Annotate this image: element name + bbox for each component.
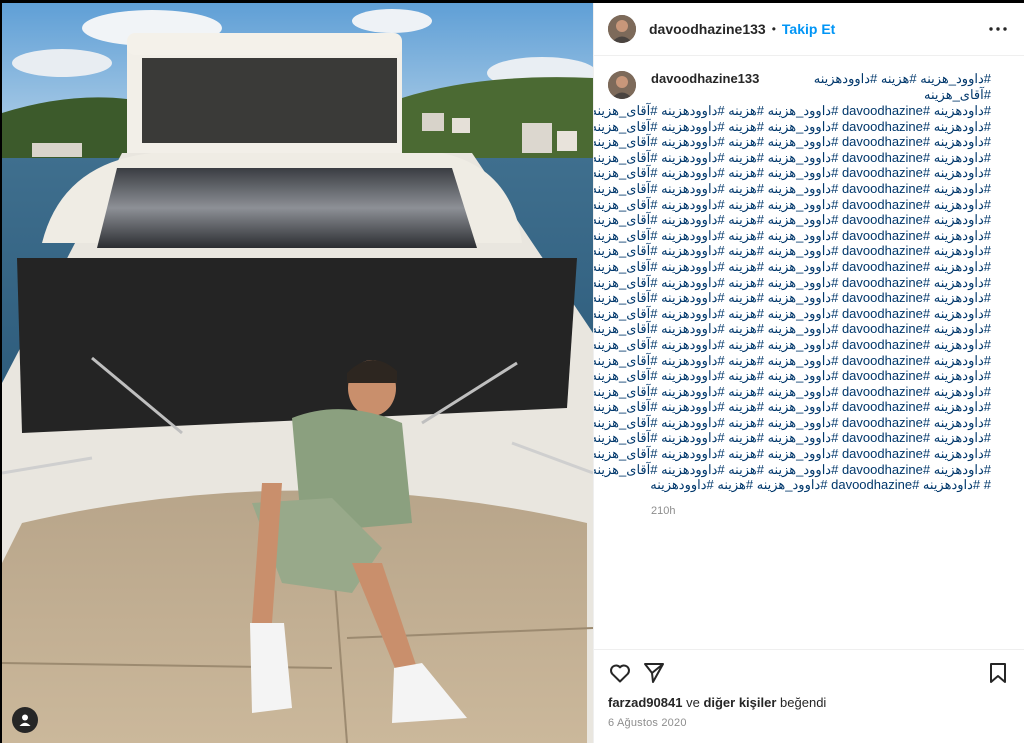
caption-hashtag-line[interactable]: #داودهزینه #davoodhazine #داوود_هزینه #ه… bbox=[594, 119, 991, 135]
post-date: 6 Ağustos 2020 bbox=[608, 717, 687, 729]
caption-hashtag-line[interactable]: #داودهزینه #davoodhazine #داوود_هزینه #ه… bbox=[594, 430, 991, 446]
caption-hashtag-line[interactable]: #داودهزینه #davoodhazine #داوود_هزینه #ه… bbox=[594, 243, 991, 259]
caption-hashtag-line[interactable]: #داودهزینه #davoodhazine #داوود_هزینه #ه… bbox=[594, 165, 991, 181]
yacht-photo bbox=[2, 3, 593, 743]
user-tag-icon bbox=[19, 714, 31, 726]
caption-hashtag-line[interactable]: #داودهزینه #davoodhazine #داوود_هزینه #ه… bbox=[594, 259, 991, 275]
caption-hashtag-line[interactable]: #داودهزینه #davoodhazine #داوود_هزینه #ه… bbox=[594, 290, 991, 306]
send-icon[interactable] bbox=[642, 661, 666, 685]
likes-others-link[interactable]: diğer kişiler bbox=[703, 695, 776, 710]
post-actions bbox=[594, 649, 1024, 695]
caption-body: #داودهزینه #davoodhazine #داوود_هزینه #ه… bbox=[594, 103, 991, 493]
post-sidebar: davoodhazine133 • Takip Et davoodhazine1… bbox=[593, 3, 1024, 743]
avatar-image bbox=[608, 15, 636, 43]
caption-hashtag-line[interactable]: #داودهزینه #davoodhazine #داوود_هزینه #ه… bbox=[594, 103, 991, 119]
separator-dot: • bbox=[771, 22, 776, 36]
caption-time: 210h bbox=[651, 504, 676, 517]
caption-hashtag-line[interactable]: #داودهزینه #davoodhazine #داوود_هزینه #ه… bbox=[594, 134, 991, 150]
caption-hashtag-line[interactable]: #داودهزینه #davoodhazine #داوود_هزینه #ه… bbox=[594, 275, 991, 291]
user-tag-button[interactable] bbox=[12, 707, 38, 733]
instagram-post: davoodhazine133 • Takip Et davoodhazine1… bbox=[2, 3, 1024, 743]
caption-hashtag-line[interactable]: #داودهزینه #davoodhazine #داوود_هزینه #ه… bbox=[594, 181, 991, 197]
caption-hashtag-line[interactable]: #داودهزینه #davoodhazine #داوود_هزینه #ه… bbox=[594, 415, 991, 431]
avatar-image bbox=[608, 71, 636, 99]
more-options-button[interactable] bbox=[986, 17, 1010, 41]
caption-avatar[interactable] bbox=[608, 71, 636, 99]
caption-hashtags[interactable]: #داوود_هزینه #هزینه #داوودهزینه #آقای_هز… bbox=[759, 71, 991, 103]
caption-hashtag-line[interactable]: #داودهزینه #davoodhazine #داوود_هزینه #ه… bbox=[594, 446, 991, 462]
caption-hashtag-line[interactable]: #داودهزینه #davoodhazine #داوود_هزینه #ه… bbox=[594, 384, 991, 400]
caption-hashtag-line[interactable]: #داودهزینه #davoodhazine #داوود_هزینه #ه… bbox=[594, 306, 991, 322]
caption: davoodhazine133 #داوود_هزینه #هزینه #داو… bbox=[594, 71, 991, 649]
follow-button[interactable]: Takip Et bbox=[782, 21, 835, 37]
liker-username[interactable]: farzad90841 bbox=[608, 695, 682, 710]
comments-section: davoodhazine133 #داوود_هزینه #هزینه #داو… bbox=[594, 56, 1024, 649]
caption-hashtag-line[interactable]: #داودهزینه #davoodhazine #داوود_هزینه #ه… bbox=[594, 212, 991, 228]
heart-icon[interactable] bbox=[608, 661, 632, 685]
caption-hashtag-line[interactable]: #داودهزینه #davoodhazine #داوود_هزینه #ه… bbox=[594, 399, 991, 415]
likes-summary: farzad90841 ve diğer kişiler beğendi bbox=[594, 695, 1024, 715]
caption-username[interactable]: davoodhazine133 bbox=[651, 71, 759, 103]
caption-first-line: davoodhazine133 #داوود_هزینه #هزینه #داو… bbox=[651, 71, 991, 103]
bookmark-icon[interactable] bbox=[986, 661, 1010, 685]
caption-hashtag-line[interactable]: #داودهزینه #davoodhazine #داوود_هزینه #ه… bbox=[594, 228, 991, 244]
post-photo[interactable] bbox=[2, 3, 593, 743]
caption-hashtag-line[interactable]: #داودهزینه #davoodhazine #داوود_هزینه #ه… bbox=[594, 150, 991, 166]
likes-suffix: beğendi bbox=[780, 695, 827, 710]
caption-hashtag-line[interactable]: #داودهزینه #davoodhazine #داوود_هزینه #ه… bbox=[594, 197, 991, 213]
caption-hashtag-line[interactable]: #داودهزینه #davoodhazine #داوود_هزینه #ه… bbox=[594, 368, 991, 384]
avatar[interactable] bbox=[608, 15, 636, 43]
post-header: davoodhazine133 • Takip Et bbox=[594, 3, 1024, 56]
caption-hashtag-line[interactable]: #داودهزینه #davoodhazine #داوود_هزینه #ه… bbox=[594, 462, 991, 478]
likes-conj: ve bbox=[686, 695, 700, 710]
caption-hashtag-line[interactable]: #داودهزینه #davoodhazine #داوود_هزینه #ه… bbox=[594, 337, 991, 353]
more-horizontal-icon bbox=[989, 27, 1007, 31]
caption-hashtag-line[interactable]: #داودهزینه #davoodhazine #داوود_هزینه #ه… bbox=[594, 353, 991, 369]
header-username[interactable]: davoodhazine133 bbox=[649, 21, 766, 37]
caption-hashtag-line[interactable]: #داودهزینه #davoodhazine #داوود_هزینه #ه… bbox=[594, 321, 991, 337]
caption-hashtag-line[interactable]: # #داودهزینه #davoodhazine #داوود_هزینه … bbox=[650, 477, 991, 493]
